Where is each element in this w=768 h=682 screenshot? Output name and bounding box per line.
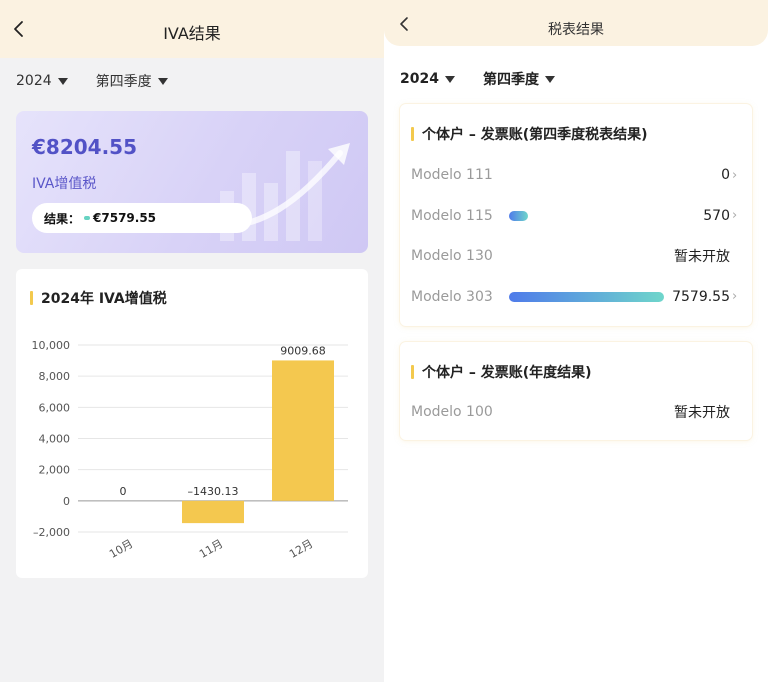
quarter-select[interactable]: 第四季度	[96, 71, 168, 91]
chart-section-header: 2024年 IVA增值税	[30, 288, 167, 308]
tax-row-value: 暂未开放	[674, 405, 730, 421]
tax-row-bar-track	[509, 407, 666, 417]
x-tick-label: 12月	[287, 537, 315, 561]
section-accent-bar	[411, 127, 414, 141]
iva-chart-card: 10,000 8,000 6,000 4,000 2,000 0 –2,000 0 10月 –14…	[16, 269, 368, 578]
header-bar: 税表结果	[384, 0, 768, 46]
tax-row-bar-track	[509, 251, 666, 261]
tax-row-value: 570	[703, 207, 730, 224]
caret-down-icon	[544, 75, 555, 83]
quarterly-card-title: 个体户 – 发票账(第四季度税表结果)	[422, 127, 648, 143]
tax-row: Modelo 100 暂未开放	[411, 402, 740, 422]
y-tick-label: 4,000	[39, 433, 71, 446]
tax-row-label: Modelo 100	[411, 404, 493, 420]
result-value: €7579.55	[93, 211, 157, 225]
tax-row-bar	[509, 291, 665, 302]
tax-row-bar-track	[509, 291, 665, 302]
tax-row-bar-track	[509, 210, 695, 221]
x-tick-label: 10月	[107, 537, 135, 561]
iva-summary-card: €8204.55 IVA增值税 结果： €7579.55	[16, 111, 368, 253]
filter-row: 2024 第四季度	[400, 69, 583, 89]
tax-result-screen: 税表结果 2024 第四季度 个体户 – 发票账(第四季度税表结果) Model…	[384, 0, 768, 682]
tax-row[interactable]: Modelo 115 570 ›	[411, 206, 740, 226]
caret-down-icon	[157, 77, 168, 85]
tax-row[interactable]: Modelo 303 7579.55 ›	[411, 287, 740, 307]
tax-row[interactable]: Modelo 111 0 ›	[411, 165, 740, 185]
y-tick-label: 10,000	[32, 339, 71, 352]
tax-row: Modelo 130 暂未开放	[411, 246, 740, 266]
chevron-right-icon[interactable]: ›	[732, 168, 740, 183]
result-dot-icon	[84, 216, 91, 220]
page-title: 税表结果	[548, 22, 604, 38]
page-title: IVA结果	[163, 24, 221, 43]
tax-row-label: Modelo 115	[411, 207, 493, 224]
annual-card-title: 个体户 – 发票账(年度结果)	[422, 365, 592, 381]
iva-bar-chart: 10,000 8,000 6,000 4,000 2,000 0 –2,000 0 10月 –14…	[32, 339, 348, 561]
year-select[interactable]: 2024	[400, 71, 455, 87]
tax-row-value: 7579.55	[672, 288, 730, 305]
bar	[272, 360, 334, 501]
quarterly-result-card: 个体户 – 发票账(第四季度税表结果) Modelo 111 0 › Modelo 1…	[400, 104, 752, 326]
bar-value-label: 9009.68	[280, 344, 326, 357]
iva-amount: €8204.55	[32, 135, 138, 159]
chart-section-title: 2024年 IVA增值税	[41, 291, 167, 307]
result-pill: 结果： €7579.55	[32, 203, 252, 233]
bar-value-label: 0	[120, 485, 127, 498]
y-tick-label: –2,000	[33, 526, 70, 539]
iva-label: IVA增值税	[32, 176, 97, 192]
year-select[interactable]: 2024	[16, 73, 68, 89]
quarter-value: 第四季度	[95, 74, 152, 90]
caret-down-icon	[444, 75, 455, 83]
chevron-right-icon[interactable]: ›	[732, 289, 740, 304]
tax-row-bar	[509, 210, 528, 221]
bar	[182, 500, 244, 524]
iva-result-screen: IVA结果 2024 第四季度 €8204.55 IVA增值税 结果： €757…	[0, 0, 384, 682]
y-tick-label: 0	[63, 495, 70, 508]
caret-down-icon	[57, 77, 68, 85]
tax-row-value: 暂未开放	[674, 249, 730, 265]
tax-row-value: 0	[721, 167, 730, 183]
filter-row: 2024 第四季度	[16, 71, 196, 91]
tax-row-label: Modelo 303	[411, 288, 493, 305]
section-accent-bar	[411, 365, 414, 379]
year-value: 2024	[400, 71, 439, 87]
tax-row-label: Modelo 111	[411, 167, 493, 183]
chevron-right-icon[interactable]: ›	[732, 208, 740, 223]
quarterly-card-header: 个体户 – 发票账(第四季度税表结果)	[411, 124, 648, 144]
y-tick-label: 8,000	[39, 370, 71, 383]
quarter-value: 第四季度	[482, 72, 539, 88]
result-label: 结果：	[44, 211, 81, 226]
section-accent-bar	[30, 291, 33, 305]
bar-value-label: –1430.13	[188, 485, 239, 498]
header-bar: IVA结果	[0, 0, 384, 58]
x-tick-label: 11月	[197, 537, 225, 561]
tax-row-label: Modelo 130	[411, 248, 493, 264]
quarter-select[interactable]: 第四季度	[483, 69, 555, 89]
year-value: 2024	[16, 73, 52, 89]
tax-row-bar-track	[509, 170, 713, 180]
annual-card-header: 个体户 – 发票账(年度结果)	[411, 362, 592, 382]
y-tick-label: 2,000	[39, 464, 71, 477]
annual-result-card: 个体户 – 发票账(年度结果) Modelo 100 暂未开放	[400, 342, 752, 440]
y-tick-label: 6,000	[39, 401, 71, 414]
